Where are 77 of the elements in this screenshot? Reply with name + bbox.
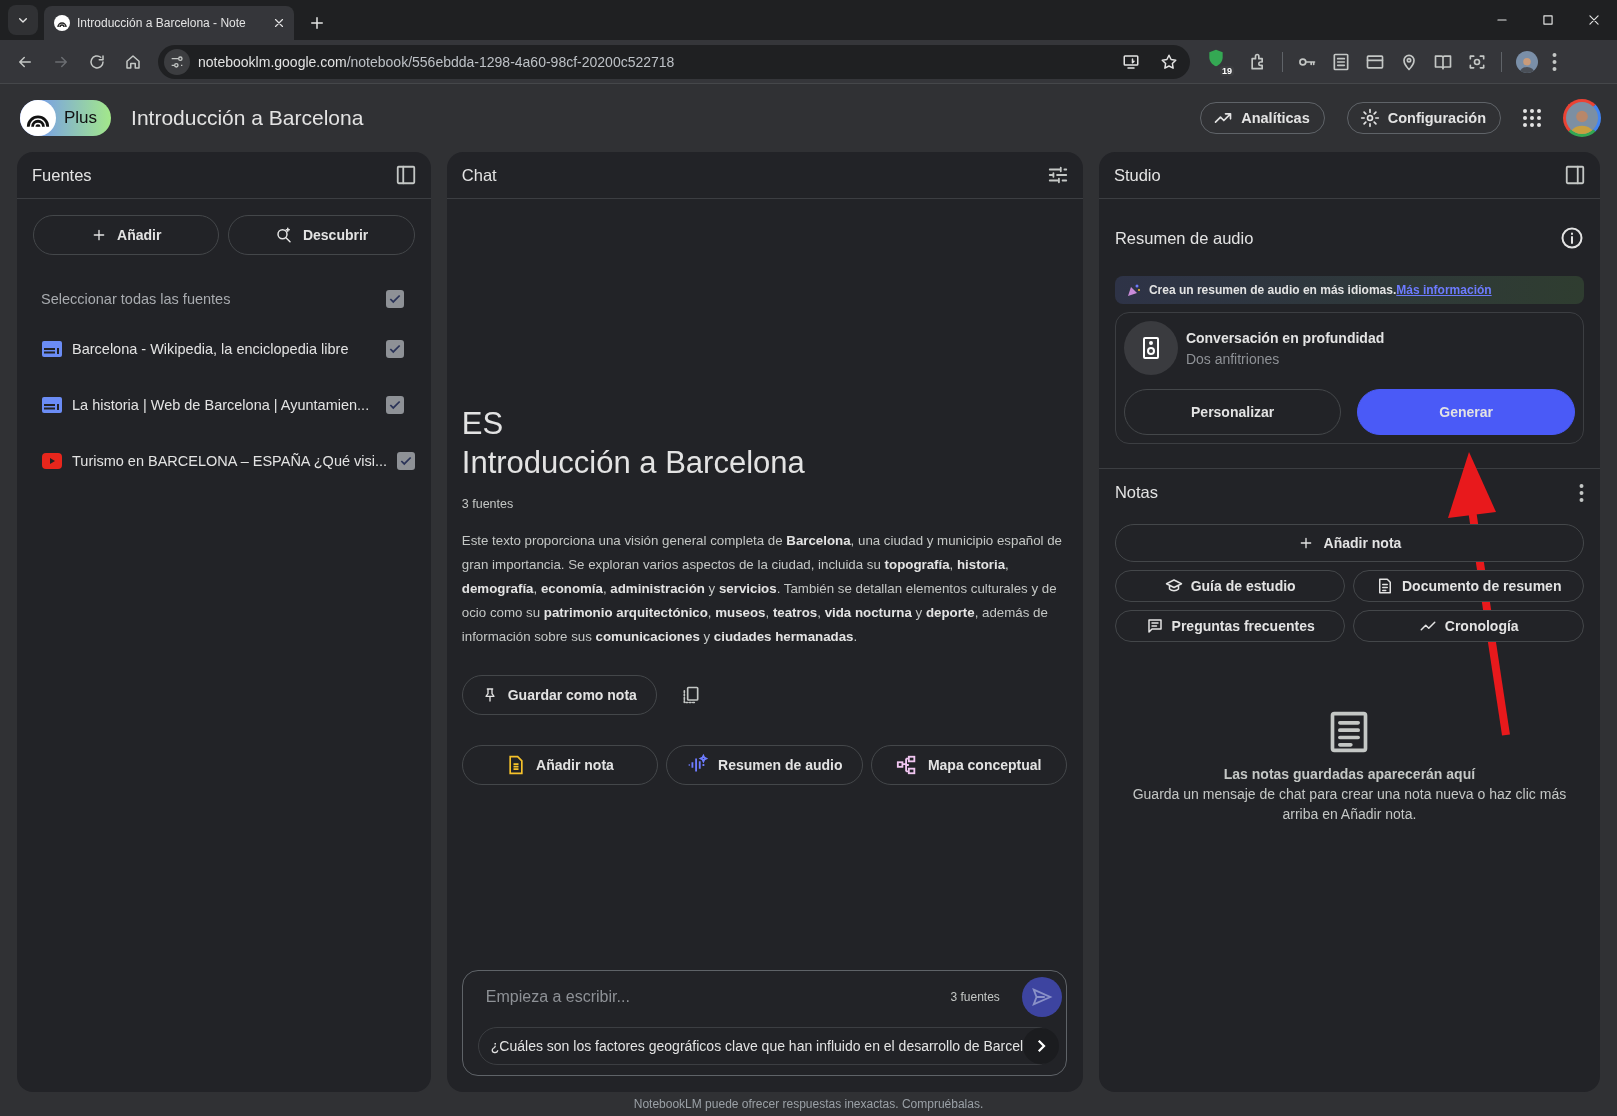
close-icon <box>272 16 286 30</box>
plan-label: Plus <box>64 108 98 128</box>
plus-icon <box>308 14 326 32</box>
profile-avatar[interactable] <box>1516 50 1538 73</box>
chat-input-box[interactable]: Empieza a escribir... 3 fuentes ¿Cuáles son los factores geográficos clave que han influido en el desarrollo de Barcel <box>461 970 1067 1076</box>
star-icon <box>1160 52 1178 71</box>
checkmark-icon <box>387 342 402 356</box>
send-icon <box>1030 986 1053 1008</box>
sidebar-icon <box>1564 164 1586 186</box>
logo-icon <box>20 100 56 136</box>
chat-settings-icon[interactable] <box>1046 164 1069 186</box>
checkbox[interactable] <box>385 340 404 358</box>
url-text: notebooklm.google.com/notebook/556ebdda-1298-4a60-98cf-20200c522718 <box>198 53 676 70</box>
source-count: 3 fuentes <box>461 497 515 512</box>
send-button[interactable] <box>1021 977 1062 1017</box>
panel-toggle-icon[interactable] <box>394 164 417 186</box>
confetti-icon <box>1126 283 1141 297</box>
summary-text: Este texto proporciona una visión general completa de Barcelona, una ciudad y municipio español de gran importancia. Se exploran varios aspectos de la ciudad, incluida su topografía, historia, demografía, economía, administración y servicios. También se detallan elementos culturales y de ocio como su patrimonio arquitectónico, museos, teatros, vida nocturna y deporte, además de información sobre sus comunicaciones y ciudades hermanadas. <box>461 532 1063 647</box>
checkbox[interactable] <box>385 290 404 308</box>
disclaimer-text: NotebookLM puede ofrecer respuestas inexactas. Compruébalas. <box>633 1097 984 1111</box>
close-icon <box>1587 13 1601 27</box>
card-title: Conversación en profundidad <box>1185 329 1385 346</box>
note-tool-button[interactable]: Cronología <box>1353 610 1584 642</box>
chat-lines-icon <box>1145 617 1164 635</box>
source-item[interactable]: Barcelona - Wikipedia, la enciclopedia libre <box>17 321 431 377</box>
notebook-heading: Introducción a Barcelona <box>461 444 806 482</box>
source-item[interactable]: La historia | Web de Barcelona | Ayuntamien... <box>17 377 431 433</box>
note-tool-button[interactable]: Guía de estudio <box>1114 570 1346 602</box>
user-avatar[interactable] <box>1563 99 1601 137</box>
tab-search-button[interactable] <box>8 5 38 35</box>
source-count: 3 fuentes <box>950 990 1000 1004</box>
sliders-icon <box>1046 164 1069 186</box>
apps-grid-icon[interactable] <box>1523 109 1541 127</box>
card-subtitle: Dos anfitriones <box>1185 350 1281 367</box>
panel-title: Studio <box>1113 165 1161 185</box>
section-title: Resumen de audio <box>1114 228 1254 248</box>
video-icon <box>42 453 62 469</box>
panel-toggle-icon[interactable] <box>1564 164 1586 186</box>
checkmark-icon <box>387 292 402 306</box>
web-page-icon <box>42 397 62 413</box>
note-tool-button[interactable]: Preguntas frecuentes <box>1114 610 1346 642</box>
reload-icon <box>88 52 106 71</box>
sidebar-icon <box>394 164 417 186</box>
settings-icon <box>1359 108 1380 128</box>
section-title: Notas <box>1114 483 1158 502</box>
checkmark-icon <box>387 398 402 412</box>
checkbox[interactable] <box>397 452 416 470</box>
maximize-icon <box>1541 13 1555 27</box>
app-logo[interactable]: Plus <box>20 100 112 136</box>
language-code: ES <box>461 405 505 443</box>
add-note-button[interactable]: Añadir nota <box>1114 524 1584 562</box>
search-sparkle-icon <box>274 226 293 244</box>
empty-title: Las notas guardadas aparecerán aquí <box>1223 765 1476 784</box>
panel-title: Fuentes <box>32 165 92 185</box>
install-app-icon <box>1122 52 1140 71</box>
select-all-label: Seleccionar todas las fuentes <box>41 291 231 307</box>
more-options-icon <box>1579 483 1584 502</box>
mind-map-icon <box>895 754 918 777</box>
home-icon <box>124 52 142 71</box>
note-tool-button[interactable]: Documento de resumen <box>1353 570 1584 602</box>
checkmark-icon <box>399 454 414 468</box>
more-vertical-icon <box>1552 52 1557 71</box>
source-item[interactable]: Turismo en BARCELONA – ESPAÑA ¿Qué visi... <box>17 433 431 489</box>
checkbox[interactable] <box>385 396 404 414</box>
empty-message: Guarda un mensaje de chat para crear una nota nueva o haz clic más arriba en Añadir nota. <box>1131 785 1568 824</box>
notebook-title: Introducción a Barcelona <box>131 106 364 130</box>
browser-tab[interactable]: Introducción a Barcelona - Note <box>44 6 294 40</box>
web-page-icon <box>42 341 62 357</box>
favicon-icon <box>54 15 70 31</box>
banner-text: Crea un resumen de audio en más idiomas.Más información <box>1148 283 1492 297</box>
list-icon <box>1331 51 1351 72</box>
site-settings-icon[interactable] <box>164 48 190 75</box>
generate-button[interactable]: Generar <box>1357 389 1575 435</box>
address-bar[interactable]: notebooklm.google.com/notebook/556ebdda-1298-4a60-98cf-20200c522718 <box>158 44 1190 79</box>
chevron-right-icon[interactable] <box>1023 1028 1060 1064</box>
new-tab-button[interactable] <box>308 14 326 32</box>
panel-title: Chat <box>461 165 497 185</box>
